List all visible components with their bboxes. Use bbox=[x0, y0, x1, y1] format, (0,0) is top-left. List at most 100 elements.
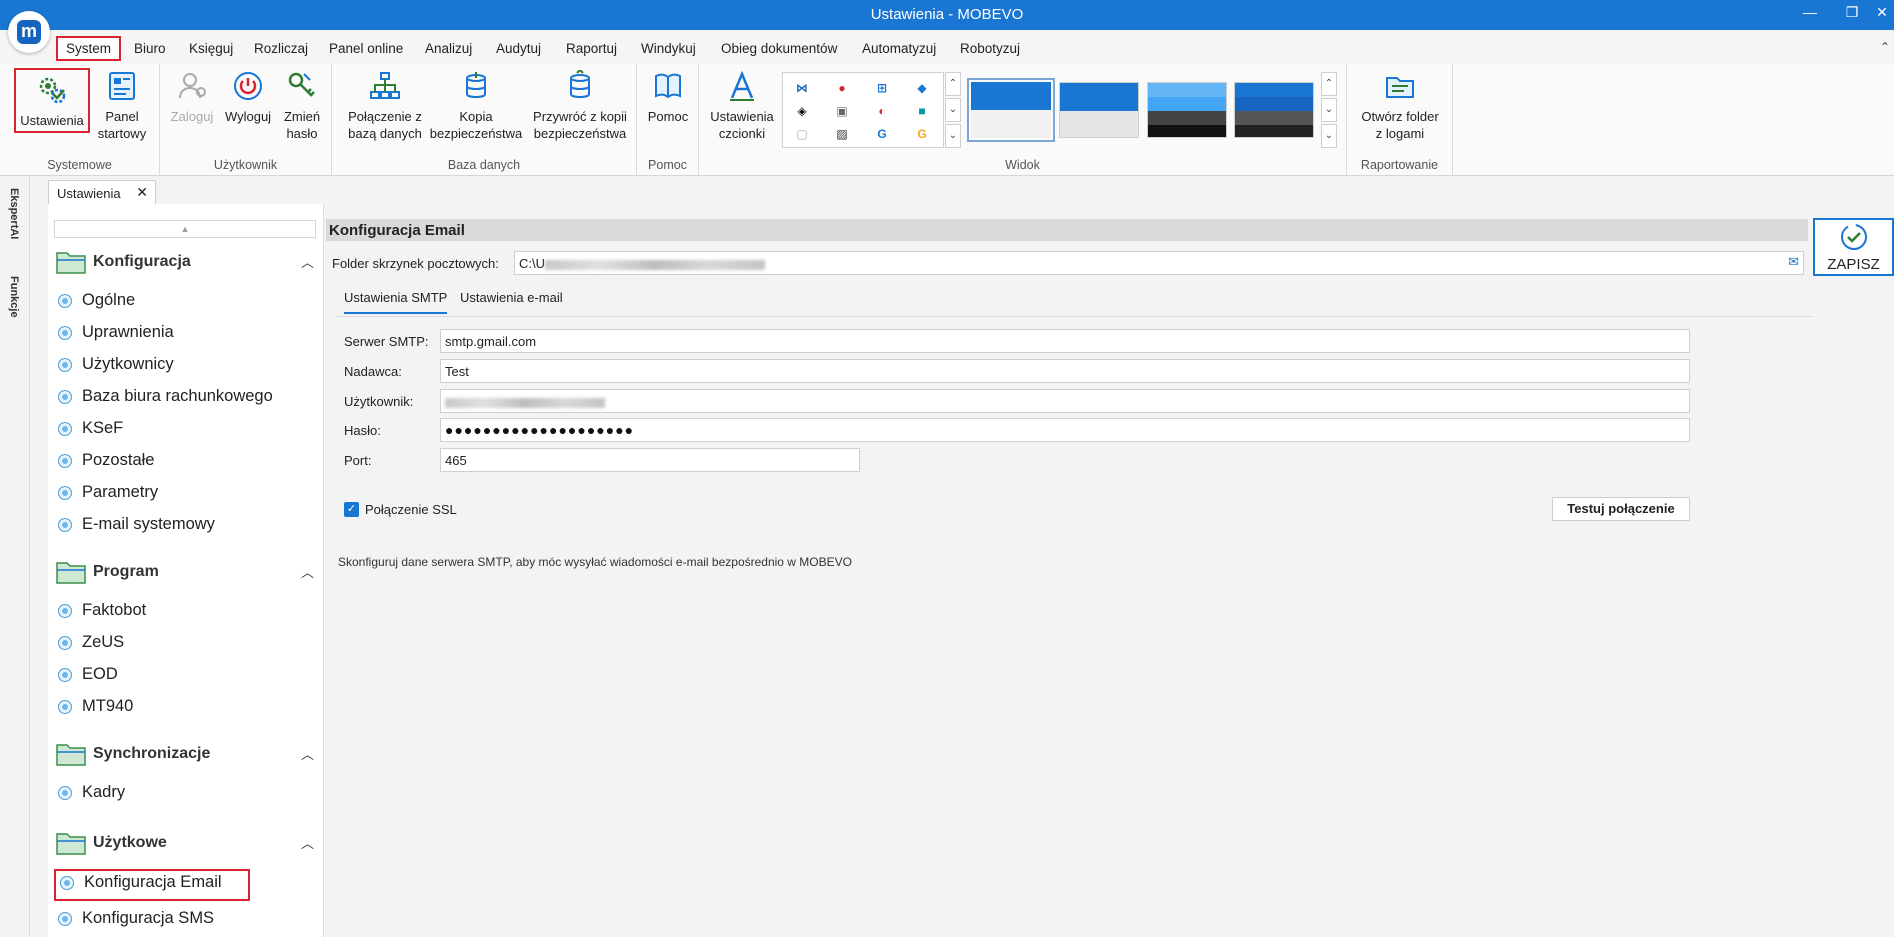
sidebar-item-mt940[interactable]: MT940 bbox=[58, 694, 264, 720]
sidebar-item-baza-biura[interactable]: Baza biura rachunkowego bbox=[58, 384, 288, 410]
sidebar-item-konfiguracja-email[interactable]: Konfiguracja Email bbox=[54, 869, 250, 901]
sidebar-item-uzytkownicy[interactable]: Użytkownicy bbox=[58, 352, 264, 378]
port-input[interactable]: 465 bbox=[440, 448, 860, 472]
app-logo[interactable]: m bbox=[8, 11, 50, 53]
app-icon-12[interactable]: G bbox=[915, 127, 929, 141]
app-icon-1[interactable]: ⋈ bbox=[795, 81, 809, 95]
smtp-server-input[interactable]: smtp.gmail.com bbox=[440, 329, 1690, 353]
app-icon-9[interactable]: ▢ bbox=[795, 127, 809, 141]
menu-ksieguj[interactable]: Księguj bbox=[189, 41, 233, 56]
sender-input[interactable]: Test bbox=[440, 359, 1690, 383]
collapse-ribbon-icon[interactable]: ⌃ bbox=[1880, 40, 1890, 54]
group-label-widok: Widok bbox=[1005, 158, 1040, 172]
chevron-up-icon[interactable]: ︿ bbox=[301, 562, 314, 581]
gallery-down-icon[interactable]: ⌄ bbox=[945, 98, 961, 122]
browse-folder-icon[interactable]: ✉ bbox=[1788, 254, 1799, 270]
menu-analizuj[interactable]: Analizuj bbox=[425, 41, 472, 56]
themes-up-icon[interactable]: ⌃ bbox=[1321, 72, 1337, 96]
section-uzytkowe[interactable]: Użytkowe ︿ bbox=[56, 829, 316, 857]
section-konfiguracja[interactable]: Konfiguracja ︿ bbox=[56, 248, 316, 276]
sidebar-item-kadry[interactable]: Kadry bbox=[58, 780, 264, 806]
menu-automatyzuj[interactable]: Automatyzuj bbox=[862, 41, 936, 56]
menu-robotyzuj[interactable]: Robotyzuj bbox=[960, 41, 1020, 56]
tab-divider bbox=[336, 316, 1812, 317]
sidebar-item-zeus[interactable]: ZeUS bbox=[58, 630, 264, 656]
sidebar-item-ogolne[interactable]: Ogólne bbox=[58, 288, 264, 314]
ustawienia-button[interactable]: Ustawienia bbox=[14, 68, 90, 133]
chevron-up-icon[interactable]: ︿ bbox=[301, 833, 314, 852]
theme-blue-gray[interactable] bbox=[1059, 82, 1139, 138]
app-icon-5[interactable]: ◈ bbox=[795, 104, 809, 118]
menu-audytuj[interactable]: Audytuj bbox=[496, 41, 541, 56]
menu-panel-online[interactable]: Panel online bbox=[329, 41, 403, 56]
folder-path-input[interactable]: C:\U ✉ bbox=[514, 251, 1804, 275]
test-connection-button[interactable]: Testuj połączenie bbox=[1552, 497, 1690, 521]
sidebar-item-faktobot[interactable]: Faktobot bbox=[58, 598, 264, 624]
gear-icon bbox=[58, 604, 72, 618]
menu-system[interactable]: System bbox=[56, 36, 122, 61]
restore-button[interactable]: ❐ bbox=[1840, 4, 1864, 21]
gear-icon bbox=[58, 294, 72, 308]
menu-raportuj[interactable]: Raportuj bbox=[566, 41, 617, 56]
section-program[interactable]: Program ︿ bbox=[56, 558, 316, 586]
gallery-more-icon[interactable]: ⌄ bbox=[945, 124, 961, 148]
chevron-up-icon[interactable]: ︿ bbox=[301, 744, 314, 763]
tab-ustawienia-smtp[interactable]: Ustawienia SMTP bbox=[344, 290, 448, 314]
menu-obieg-dokumentow[interactable]: Obieg dokumentów bbox=[721, 41, 837, 56]
polaczenie-button[interactable]: Połączenie z bazą danych bbox=[340, 70, 430, 142]
kopia-bezpieczenstwa-button[interactable]: Kopia bezpieczeństwa bbox=[428, 70, 524, 142]
app-icon-11[interactable]: G bbox=[875, 127, 889, 141]
menu-windykuj[interactable]: Windykuj bbox=[641, 41, 696, 56]
funkcje-tab[interactable]: Funkcje bbox=[8, 276, 20, 318]
sidebar-item-ksef[interactable]: KSeF bbox=[58, 416, 264, 442]
app-icon-2[interactable]: ● bbox=[835, 81, 849, 95]
user-input[interactable] bbox=[440, 389, 1690, 413]
ssl-checkbox[interactable]: ✓ bbox=[344, 502, 359, 517]
menu-biuro[interactable]: Biuro bbox=[134, 41, 166, 56]
sidebar-item-eod[interactable]: EOD bbox=[58, 662, 264, 688]
section-title: Program bbox=[93, 563, 159, 580]
section-synchronizacje[interactable]: Synchronizacje ︿ bbox=[56, 740, 316, 768]
przywroc-kopii-button[interactable]: Przywróć z kopii bezpieczeństwa bbox=[528, 70, 632, 142]
theme-blue-light[interactable] bbox=[967, 78, 1055, 142]
password-input[interactable]: ●●●●●●●●●●●●●●●●●●●● bbox=[440, 418, 1690, 442]
app-icon-4[interactable]: ◆ bbox=[915, 81, 929, 95]
sidebar-item-label: MT940 bbox=[82, 697, 134, 715]
ekspertai-tab[interactable]: EkspertAI bbox=[8, 188, 20, 239]
app-icons-gallery[interactable]: ⋈ ● ⊞ ◆ ◈ ▣ ◐ ■ ▢ ▨ G G bbox=[782, 72, 944, 148]
sidebar-item-konfiguracja-sms[interactable]: Konfiguracja SMS bbox=[58, 906, 264, 932]
windows-icon[interactable]: ⊞ bbox=[875, 81, 889, 95]
zmien-haslo-button[interactable]: Zmień hasło bbox=[280, 70, 324, 142]
document-tab-ustawienia[interactable]: Ustawienia ✕ bbox=[48, 180, 156, 204]
gallery-up-icon[interactable]: ⌃ bbox=[945, 72, 961, 96]
close-tab-icon[interactable]: ✕ bbox=[136, 184, 148, 201]
settings-gears-icon bbox=[39, 77, 66, 104]
app-icon-10[interactable]: ▨ bbox=[835, 127, 849, 141]
theme-blue-dark[interactable] bbox=[1234, 82, 1314, 138]
menu-rozliczaj[interactable]: Rozliczaj bbox=[254, 41, 308, 56]
wyloguj-button[interactable]: Wyloguj bbox=[222, 70, 274, 125]
tab-ustawienia-email[interactable]: Ustawienia e-mail bbox=[460, 290, 563, 305]
close-button[interactable]: ✕ bbox=[1870, 4, 1894, 21]
panel-startowy-button[interactable]: Panel startowy bbox=[94, 70, 150, 142]
themes-down-icon[interactable]: ⌄ bbox=[1321, 98, 1337, 122]
sidebar-item-pozostale[interactable]: Pozostałe bbox=[58, 448, 264, 474]
ustawienia-czcionki-button[interactable]: Ustawienia czcionki bbox=[707, 70, 777, 142]
sender-label: Nadawca: bbox=[344, 364, 402, 379]
app-icon-7[interactable]: ◐ bbox=[875, 104, 889, 118]
sidebar-item-label: Baza biura rachunkowego bbox=[82, 387, 273, 405]
app-icon-8[interactable]: ■ bbox=[915, 104, 929, 118]
pomoc-button[interactable]: Pomoc bbox=[645, 70, 691, 125]
otworz-folder-button[interactable]: Otwórz folder z logami bbox=[1355, 70, 1445, 142]
sidebar-item-email-systemowy[interactable]: E-mail systemowy bbox=[58, 512, 264, 538]
minimize-button[interactable]: — bbox=[1798, 4, 1822, 20]
sidebar-item-parametry[interactable]: Parametry bbox=[58, 480, 264, 506]
sidebar-scroll-up-icon[interactable]: ▲ bbox=[54, 220, 316, 238]
sidebar-item-uprawnienia[interactable]: Uprawnienia bbox=[58, 320, 264, 346]
theme-light-blue-dark[interactable] bbox=[1147, 82, 1227, 138]
app-icon-6[interactable]: ▣ bbox=[835, 104, 849, 118]
panel-label-line2: startowy bbox=[97, 126, 147, 141]
save-button[interactable]: ZAPISZ bbox=[1813, 218, 1894, 276]
themes-more-icon[interactable]: ⌄ bbox=[1321, 124, 1337, 148]
chevron-up-icon[interactable]: ︿ bbox=[301, 252, 314, 271]
